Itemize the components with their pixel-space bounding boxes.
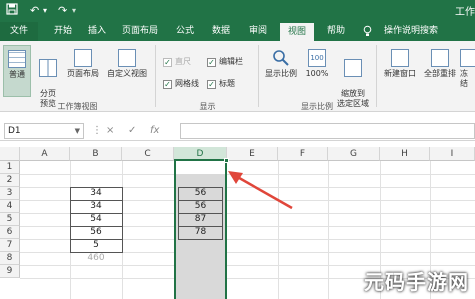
annotation-arrow	[228, 171, 293, 210]
watermark: 元码手游网	[364, 270, 469, 294]
